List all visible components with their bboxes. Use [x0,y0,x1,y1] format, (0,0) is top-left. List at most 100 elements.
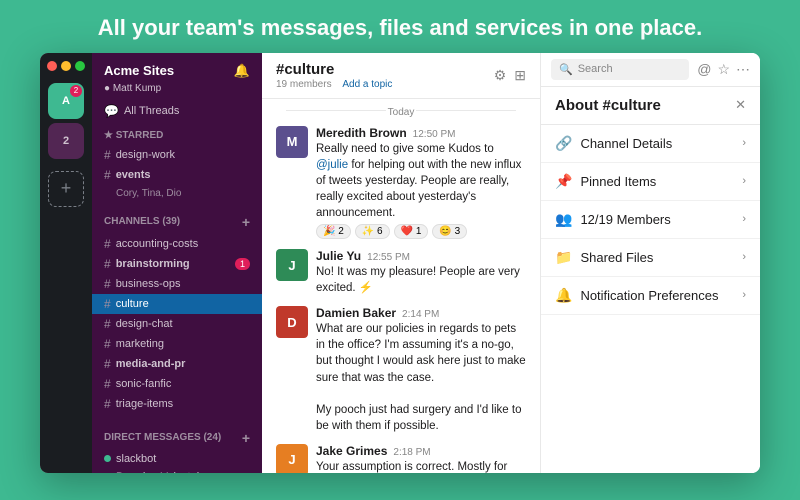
reaction-party[interactable]: 🎉 2 [316,224,351,239]
panel-item-left-5: 🔔 Notification Preferences [555,287,718,304]
members-icon: 👥 [555,211,572,228]
all-threads-item[interactable]: 💬 All Threads [92,100,262,122]
right-panel-title: About #culture [555,97,661,114]
add-channel-icon[interactable]: + [242,214,250,230]
message-author-2: Julie Yu [316,249,361,263]
add-workspace-button[interactable]: + [48,171,84,207]
hash-icon: # [104,148,111,162]
workspace-icon-2[interactable]: 2 [48,123,84,159]
workspace-name[interactable]: Acme Sites [104,63,174,78]
hash-icon: # [104,397,111,411]
right-panel-search-bar: 🔍 Search @ ☆ ⋯ [541,53,760,87]
pinned-items-label: Pinned Items [580,174,656,189]
sidebar-item-marketing[interactable]: # marketing [92,334,262,354]
message-author-3: Damien Baker [316,306,396,320]
dm-slackbot[interactable]: slackbot [92,450,262,468]
sidebar-item-triage-items[interactable]: # triage-items [92,394,262,414]
message-header-2: Julie Yu 12:55 PM [316,249,526,263]
channels-section: CHANNELS (39) + # accounting-costs # bra… [92,206,262,418]
dm-brandon[interactable]: Brandon Velestuk [92,468,262,473]
panel-item-notification-preferences[interactable]: 🔔 Notification Preferences › [541,277,760,315]
chat-header: #culture 19 members Add a topic ⚙ ⊞ [262,53,540,99]
search-box[interactable]: 🔍 Search [551,59,689,80]
message-content-4: Jake Grimes 2:18 PM Your assumption is c… [316,444,526,473]
sidebar-item-design-chat[interactable]: # design-chat [92,314,262,334]
message-time-3: 2:14 PM [402,309,439,320]
avatar-julie: J [276,249,308,281]
message-3: D Damien Baker 2:14 PM What are our poli… [276,302,526,438]
notification-bell-icon[interactable]: 🔔 [234,63,250,79]
minimize-button[interactable] [61,61,71,71]
channel-members: 19 members Add a topic [276,79,392,90]
mention[interactable]: @julie [316,159,348,171]
threads-icon: 💬 [104,104,119,118]
right-panel-header: About #culture ✕ [541,87,760,125]
channels-header: CHANNELS (39) + [92,210,262,234]
reaction-sparkle[interactable]: ✨ 6 [355,224,390,239]
chevron-right-icon-4: › [742,251,746,263]
chat-header-actions: ⚙ ⊞ [494,67,526,84]
message-text-3: What are our policies in regards to pets… [316,321,526,434]
channel-details-icon: 🔗 [555,135,572,152]
sidebar-item-sonic-fanfic[interactable]: # sonic-fanfic [92,374,262,394]
icon-strip: A 2 2 + [40,53,92,473]
reactions-1: 🎉 2 ✨ 6 ❤️ 1 😊 3 [316,224,526,239]
shared-files-label: Shared Files [580,250,653,265]
grid-icon[interactable]: ⊞ [514,67,526,84]
chevron-right-icon-2: › [742,175,746,187]
username-label: ● Matt Kump [92,83,262,100]
hash-icon: # [104,377,111,391]
more-icon[interactable]: ⋯ [736,61,750,78]
search-placeholder: Search [578,63,613,75]
app-window: A 2 2 + Acme Sites 🔔 ● Matt Kump 💬 All T… [40,53,760,473]
message-1: M Meredith Brown 12:50 PM Really need to… [276,122,526,243]
reaction-heart[interactable]: ❤️ 1 [394,224,429,239]
channel-details-label: Channel Details [580,136,672,151]
add-topic-link[interactable]: Add a topic [342,79,392,90]
hash-icon: # [104,297,111,311]
sidebar-item-culture[interactable]: # culture [92,294,262,314]
panel-item-left-4: 📁 Shared Files [555,249,653,266]
at-icon[interactable]: @ [697,61,711,77]
workspace-icon-1[interactable]: A 2 [48,83,84,119]
panel-item-channel-details[interactable]: 🔗 Channel Details › [541,125,760,163]
settings-icon[interactable]: ⚙ [494,67,507,84]
members-label: 12/19 Members [580,212,670,227]
sidebar: Acme Sites 🔔 ● Matt Kump 💬 All Threads ★… [92,53,262,473]
sidebar-item-events[interactable]: # events [92,165,262,185]
chat-main: #culture 19 members Add a topic ⚙ ⊞ Toda… [262,53,540,473]
hash-icon: # [104,357,111,371]
panel-item-pinned-items[interactable]: 📌 Pinned Items › [541,163,760,201]
sidebar-item-media-and-pr[interactable]: # media-and-pr [92,354,262,374]
avatar-meredith: M [276,126,308,158]
chevron-right-icon-5: › [742,289,746,301]
starred-header: ★ STARRED [92,126,262,145]
message-time-1: 12:50 PM [413,129,456,140]
reaction-smile[interactable]: 😊 3 [432,224,467,239]
hero-text: All your team's messages, files and serv… [78,0,722,53]
hash-icon: # [104,237,111,251]
avatar-damien: D [276,306,308,338]
avatar-jake: J [276,444,308,473]
starred-section: ★ STARRED # design-work # events Cory, T… [92,122,262,206]
message-text-1: Really need to give some Kudos to @julie… [316,141,526,221]
message-header-3: Damien Baker 2:14 PM [316,306,526,320]
panel-item-members[interactable]: 👥 12/19 Members › [541,201,760,239]
notification-icon: 🔔 [555,287,572,304]
message-header-4: Jake Grimes 2:18 PM [316,444,526,458]
star-icon[interactable]: ☆ [717,61,730,78]
online-indicator [104,455,111,462]
close-button[interactable] [47,61,57,71]
message-time-2: 12:55 PM [367,252,410,263]
panel-item-shared-files[interactable]: 📁 Shared Files › [541,239,760,277]
sidebar-item-business-ops[interactable]: # business-ops [92,274,262,294]
sidebar-item-accounting-costs[interactable]: # accounting-costs [92,234,262,254]
close-icon[interactable]: ✕ [735,97,746,113]
add-dm-icon[interactable]: + [242,430,250,446]
sidebar-item-design-work[interactable]: # design-work [92,145,262,165]
message-author-4: Jake Grimes [316,444,387,458]
panel-items-list: 🔗 Channel Details › 📌 Pinned Items › 👥 1… [541,125,760,315]
sidebar-item-brainstorming[interactable]: # brainstorming 1 [92,254,262,274]
maximize-button[interactable] [75,61,85,71]
message-content-1: Meredith Brown 12:50 PM Really need to g… [316,126,526,239]
